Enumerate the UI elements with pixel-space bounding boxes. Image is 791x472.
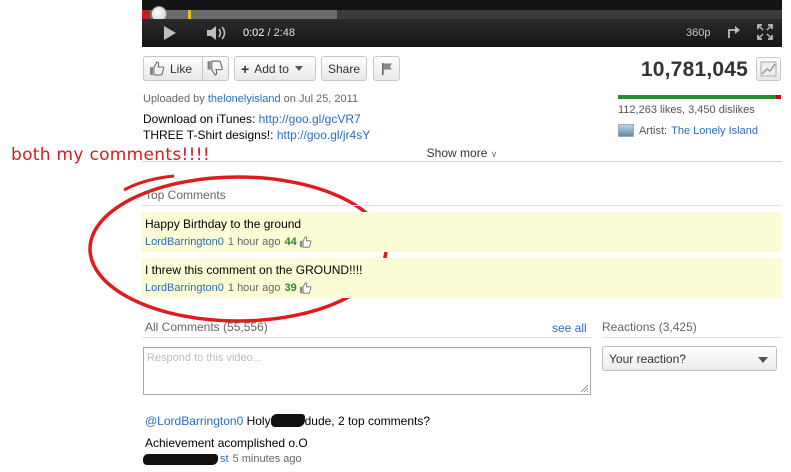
all-comments-title: All Comments (55,556) <box>145 320 268 334</box>
uploader-link[interactable]: thelonelyisland <box>208 93 281 105</box>
description-line-1: Download on iTunes: http://goo.gl/gcVR7 <box>143 111 370 127</box>
video-player[interactable]: 0:02 / 2:48 360p <box>142 0 782 47</box>
flag-icon <box>381 62 392 75</box>
annotation-text: both my comments!!!! <box>11 145 210 165</box>
played-bar <box>142 10 150 19</box>
reply-text-a: Holy <box>243 414 271 428</box>
popout-icon[interactable] <box>726 24 742 40</box>
add-to-button[interactable]: + Add to <box>234 56 316 81</box>
reply-text-b: dude, 2 top comments? <box>304 414 431 428</box>
censor-scribble <box>143 453 218 465</box>
show-more-label: Show more <box>426 146 488 160</box>
double-chevron-down-icon: ∨ <box>490 149 498 159</box>
time-total: 2:48 <box>273 27 296 39</box>
reply-time: 5 minutes ago <box>232 453 302 465</box>
description-line-2: THREE T-Shirt designs!: http://goo.gl/jr… <box>143 127 370 143</box>
time-readout: 0:02 / 2:48 <box>243 27 295 39</box>
like-label: Like <box>170 61 193 76</box>
divider <box>142 337 592 338</box>
flag-button[interactable] <box>373 56 400 81</box>
artist-thumbnail <box>618 124 634 137</box>
comment-item: I threw this comment on the GROUND!!!! L… <box>142 258 782 298</box>
uploaded-date: on Jul 25, 2011 <box>280 93 359 105</box>
view-count: 10,781,045 <box>640 58 748 81</box>
comment-votes: 39 <box>284 282 297 294</box>
play-icon[interactable] <box>164 26 176 40</box>
video-description: Download on iTunes: http://goo.gl/gcVR7 … <box>143 111 370 144</box>
reply-meta: st 5 minutes ago <box>143 453 302 465</box>
like-ratio-fill <box>618 95 777 99</box>
comment-meta: LordBarrington0 1 hour ago 44 <box>145 236 312 248</box>
chapter-marker <box>188 10 191 19</box>
mention-link[interactable]: @LordBarrington0 <box>145 414 243 428</box>
chevron-down-icon <box>294 66 303 71</box>
uploaded-prefix: Uploaded by <box>143 93 208 105</box>
add-to-label: Add to <box>254 61 289 76</box>
divider <box>602 337 782 338</box>
like-ratio-bar <box>618 95 781 99</box>
comment-text: Happy Birthday to the ground <box>145 217 302 231</box>
share-button[interactable]: Share <box>321 56 367 81</box>
volume-icon[interactable] <box>206 25 230 41</box>
thumbs-up-icon <box>150 61 165 76</box>
reactions-title: Reactions (3,425) <box>602 320 697 334</box>
all-comments-count: (55,556) <box>223 320 268 334</box>
reaction-select[interactable]: Your reaction? <box>602 346 777 371</box>
description-text-1: Download on iTunes: <box>143 112 259 126</box>
respond-input[interactable] <box>143 347 591 395</box>
artist-link[interactable]: The Lonely Island <box>671 125 758 137</box>
comment-item: Happy Birthday to the ground LordBarring… <box>142 212 782 252</box>
comment-time: 1 hour ago <box>227 236 281 248</box>
censor-scribble <box>270 414 305 427</box>
time-current: 0:02 <box>243 27 265 39</box>
description-text-2: THREE T-Shirt designs!: <box>143 128 277 142</box>
comment-votes: 44 <box>284 236 297 248</box>
plus-icon: + <box>241 60 250 77</box>
progress-bar[interactable] <box>142 10 782 19</box>
reply-user-link[interactable]: st <box>220 453 229 465</box>
artist-label: Artist: <box>639 124 668 137</box>
uploaded-by: Uploaded by thelonelyisland on Jul 25, 2… <box>143 93 358 105</box>
divider <box>142 205 782 206</box>
thumbs-up-icon[interactable] <box>299 282 312 294</box>
show-more-button[interactable]: Show more ∨ <box>142 145 782 162</box>
chart-icon <box>760 61 777 77</box>
reply-comment: @LordBarrington0 Holy dude, 2 top comment… <box>145 414 430 428</box>
reactions-label: Reactions <box>602 320 656 334</box>
fullscreen-icon[interactable] <box>757 24 773 40</box>
resize-grip-icon[interactable] <box>579 383 589 393</box>
reaction-select-value: Your reaction? <box>609 352 686 366</box>
likes-dislikes: 112,263 likes, 3,450 dislikes <box>618 104 755 116</box>
buffered-bar <box>142 10 337 19</box>
stats-button[interactable] <box>756 57 781 81</box>
chevron-down-icon <box>758 357 768 363</box>
time-separator: / <box>264 27 274 39</box>
thumbs-up-icon[interactable] <box>299 236 312 248</box>
see-all-link[interactable]: see all <box>552 321 587 335</box>
tshirt-link[interactable]: http://goo.gl/jr4sY <box>277 128 370 142</box>
comment-user-link[interactable]: LordBarrington0 <box>145 282 224 294</box>
reactions-count: (3,425) <box>658 320 697 334</box>
quality-button[interactable]: 360p <box>686 27 710 39</box>
comment-text: I threw this comment on the GROUND!!!! <box>145 263 363 277</box>
player-controls: 0:02 / 2:48 360p <box>142 19 782 47</box>
all-comments-label: All Comments <box>145 320 220 334</box>
top-comments-title: Top Comments <box>145 188 226 202</box>
comment-time: 1 hour ago <box>227 282 281 294</box>
comment-meta: LordBarrington0 1 hour ago 39 <box>145 282 312 294</box>
itunes-link[interactable]: http://goo.gl/gcVR7 <box>259 112 361 126</box>
thumbs-down-icon[interactable] <box>206 60 224 76</box>
reply-line-2: Achievement acomplished o.O <box>145 436 308 450</box>
artist-line: Artist: The Lonely Island <box>618 124 758 137</box>
like-button[interactable]: Like <box>143 56 229 81</box>
like-divider <box>202 57 203 80</box>
comment-user-link[interactable]: LordBarrington0 <box>145 236 224 248</box>
